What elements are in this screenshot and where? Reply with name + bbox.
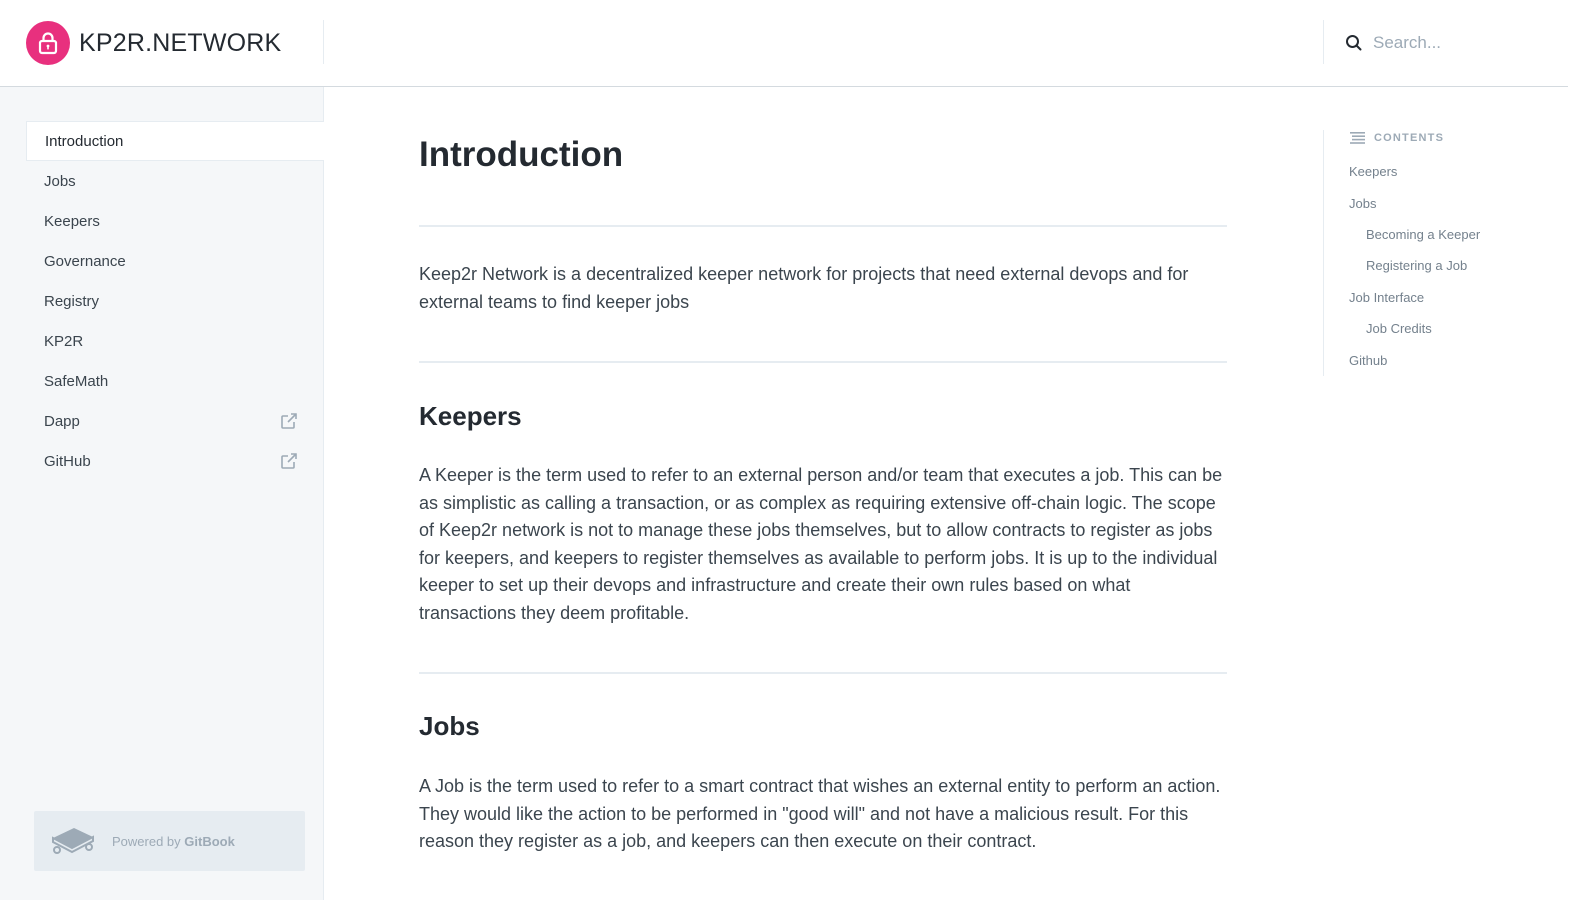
toc-item-job-interface[interactable]: Job Interface bbox=[1349, 290, 1424, 305]
sidebar-item-keepers[interactable]: Keepers bbox=[26, 201, 324, 241]
sidebar-item-registry[interactable]: Registry bbox=[26, 281, 324, 321]
sidebar-item-label: Keepers bbox=[44, 212, 100, 230]
table-of-contents: CONTENTS Keepers Jobs Becoming a Keeper … bbox=[1323, 130, 1553, 376]
list-icon bbox=[1350, 132, 1365, 144]
sidebar-item-kp2r[interactable]: KP2R bbox=[26, 321, 324, 361]
sidebar-item-label: Dapp bbox=[44, 412, 80, 430]
search-box[interactable] bbox=[1345, 30, 1545, 56]
sidebar-item-introduction[interactable]: Introduction bbox=[26, 121, 324, 161]
toc-item-jobs[interactable]: Jobs bbox=[1349, 196, 1376, 211]
sidebar-nav: Introduction Jobs Keepers Governance Reg… bbox=[26, 121, 324, 481]
sidebar: Introduction Jobs Keepers Governance Reg… bbox=[0, 87, 324, 900]
powered-by-text: Powered by GitBook bbox=[112, 834, 235, 849]
lock-icon bbox=[26, 21, 70, 65]
sidebar-item-label: KP2R bbox=[44, 332, 84, 350]
sidebar-item-governance[interactable]: Governance bbox=[26, 241, 324, 281]
toc-item-registering-a-job[interactable]: Registering a Job bbox=[1366, 258, 1467, 273]
section-heading-jobs: Jobs bbox=[419, 711, 480, 741]
top-header: KP2R.NETWORK bbox=[0, 0, 1568, 87]
divider bbox=[419, 225, 1227, 227]
search-input[interactable] bbox=[1373, 33, 1533, 53]
sidebar-item-label: Governance bbox=[44, 252, 126, 270]
powered-by-gitbook-link[interactable]: Powered by GitBook bbox=[34, 811, 305, 871]
sidebar-item-github[interactable]: GitHub bbox=[26, 441, 324, 481]
powered-prefix: Powered by bbox=[112, 833, 185, 849]
sidebar-item-label: SafeMath bbox=[44, 372, 109, 390]
section-heading-keepers: Keepers bbox=[419, 401, 522, 431]
sidebar-item-jobs[interactable]: Jobs bbox=[26, 161, 324, 201]
toc-item-github[interactable]: Github bbox=[1349, 353, 1387, 368]
search-icon bbox=[1346, 35, 1362, 51]
page-title: Introduction bbox=[419, 135, 624, 174]
toc-item-becoming-a-keeper[interactable]: Becoming a Keeper bbox=[1366, 227, 1480, 242]
powered-brand: GitBook bbox=[184, 833, 235, 849]
toc-heading-label: CONTENTS bbox=[1374, 132, 1445, 144]
jobs-paragraph: A Job is the term used to refer to a sma… bbox=[419, 776, 1221, 852]
divider bbox=[419, 672, 1227, 674]
toc-heading: CONTENTS bbox=[1350, 132, 1444, 144]
sidebar-item-label: GitHub bbox=[44, 452, 91, 470]
header-divider bbox=[323, 20, 324, 64]
gitbook-icon bbox=[52, 828, 94, 854]
external-link-icon bbox=[280, 452, 298, 470]
external-link-icon bbox=[280, 412, 298, 430]
sidebar-item-label: Jobs bbox=[44, 172, 76, 190]
toc-item-keepers[interactable]: Keepers bbox=[1349, 164, 1397, 179]
keepers-paragraph: A Keeper is the term used to refer to an… bbox=[419, 465, 1223, 623]
sidebar-item-dapp[interactable]: Dapp bbox=[26, 401, 324, 441]
brand-link[interactable]: KP2R.NETWORK bbox=[26, 21, 281, 65]
header-divider bbox=[1323, 20, 1324, 64]
sidebar-item-safemath[interactable]: SafeMath bbox=[26, 361, 324, 401]
sidebar-item-label: Introduction bbox=[45, 132, 124, 150]
toc-item-job-credits[interactable]: Job Credits bbox=[1366, 321, 1432, 336]
divider bbox=[419, 361, 1227, 363]
intro-paragraph: Keep2r Network is a decentralized keeper… bbox=[419, 264, 1189, 312]
brand-name: KP2R.NETWORK bbox=[79, 28, 282, 57]
sidebar-item-label: Registry bbox=[44, 292, 100, 310]
